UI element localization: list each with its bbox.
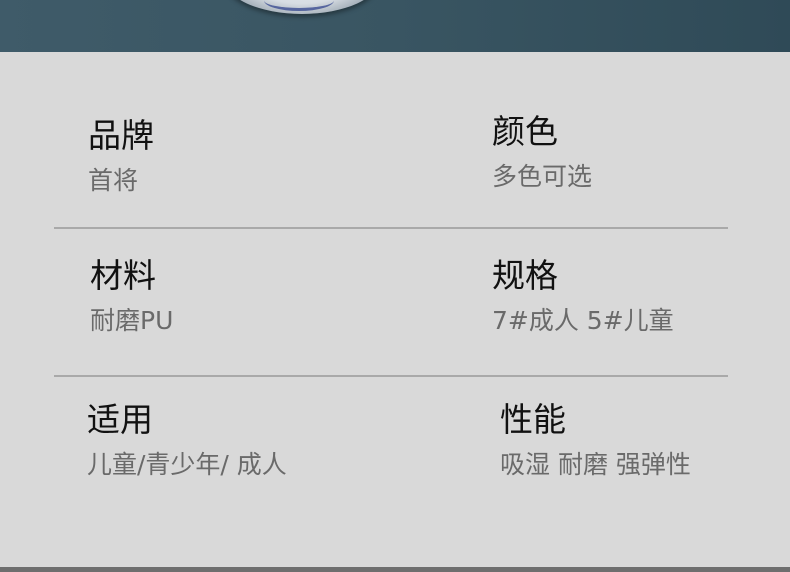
spec-label-suitable: 适用 (87, 400, 153, 439)
spec-label-color: 颜色 (492, 112, 558, 151)
spec-value-material: 耐磨PU (90, 306, 174, 335)
spec-color: 颜色 多色可选 (492, 112, 592, 193)
spec-value-suitable: 儿童/青少年/ 成人 (87, 450, 287, 479)
spec-brand: 品牌 首将 (88, 116, 154, 197)
football-image (224, 0, 380, 14)
spec-label-performance: 性能 (500, 400, 566, 439)
spec-value-size: 7#成人 5#儿童 (492, 306, 674, 335)
spec-label-material: 材料 (90, 256, 156, 295)
divider (54, 375, 728, 377)
spec-label-brand: 品牌 (88, 116, 154, 155)
product-banner (0, 0, 790, 52)
spec-suitable: 适用 儿童/青少年/ 成人 (87, 400, 287, 481)
spec-material: 材料 耐磨PU (90, 256, 173, 337)
spec-size: 规格 7#成人 5#儿童 (492, 256, 674, 337)
spec-value-performance: 吸湿 耐磨 强弹性 (500, 450, 691, 479)
spec-value-brand: 首将 (88, 166, 139, 195)
divider (54, 227, 728, 229)
bottom-border (0, 567, 790, 572)
spec-label-size: 规格 (492, 256, 558, 295)
spec-performance: 性能 吸湿 耐磨 强弹性 (500, 400, 691, 481)
spec-value-color: 多色可选 (492, 162, 593, 191)
